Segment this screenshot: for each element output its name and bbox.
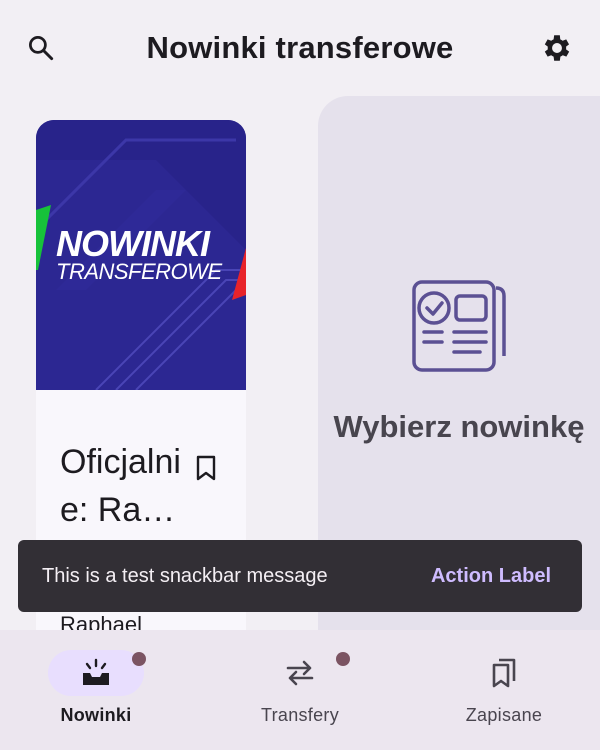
nav-icon-container — [252, 650, 348, 696]
nav-item-label: Zapisane — [465, 705, 543, 725]
settings-button[interactable] — [537, 28, 577, 68]
active-indicator — [48, 650, 144, 696]
nav-item-transfery[interactable]: Transfery — [220, 648, 380, 738]
news-card-headline: Oficjalnie: Ra… — [60, 443, 181, 529]
snackbar-message: This is a test snackbar message — [42, 564, 328, 587]
bookmark-button[interactable] — [194, 454, 218, 482]
newspaper-check-icon — [412, 280, 506, 372]
news-inbox-icon — [83, 658, 109, 685]
badge-dot — [336, 652, 350, 666]
snackbar: This is a test snackbar message Action L… — [18, 540, 582, 612]
swap-arrows-icon — [286, 660, 314, 686]
bookmarks-icon — [492, 658, 516, 688]
bookmark-outline-icon — [196, 455, 216, 481]
nav-item-zapisane[interactable]: Zapisane — [424, 648, 584, 738]
empty-state-message: Wybierz nowinkę — [333, 409, 585, 444]
hero-logo-line2: TRANSFEROWE — [56, 259, 222, 284]
page-title: Nowinki transferowe — [146, 30, 454, 65]
news-card-image: NOWINKI TRANSFEROWE — [36, 120, 246, 390]
snackbar-action-button[interactable]: Action Label — [431, 565, 551, 588]
nav-icon-container — [456, 650, 552, 696]
nav-item-label: Transfery — [260, 705, 340, 725]
top-app-bar: Nowinki transferowe — [0, 0, 600, 96]
gear-icon — [544, 35, 570, 61]
nav-item-label: Nowinki — [60, 705, 132, 725]
badge-dot — [132, 652, 146, 666]
bottom-navigation: Nowinki Transfery Zapisane — [0, 630, 600, 750]
nav-item-nowinki[interactable]: Nowinki — [16, 648, 176, 738]
